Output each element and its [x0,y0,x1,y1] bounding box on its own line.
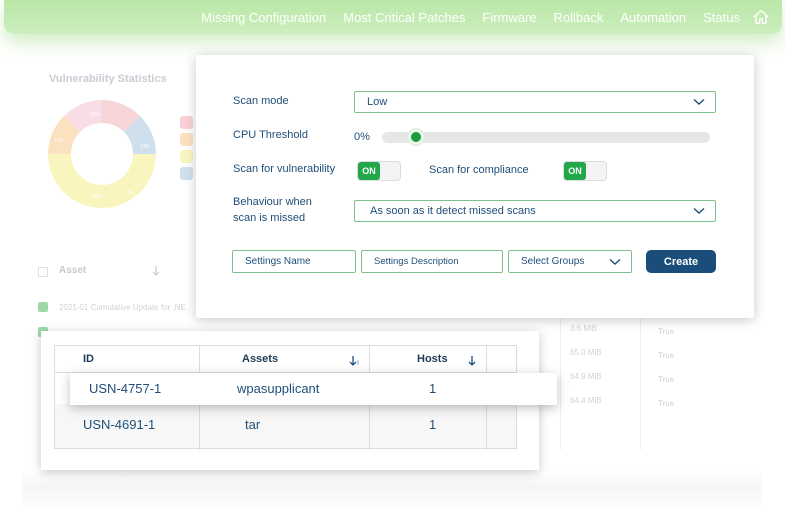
scan-compliance-toggle[interactable]: ON [563,161,607,181]
cpu-threshold-slider[interactable] [382,132,710,143]
bg-column-divider [640,300,641,450]
chevron-down-icon [693,207,705,214]
table-row-hovered[interactable]: USN-4757-1 wpasupplicant 1 [70,373,557,405]
nav-firmware[interactable]: Firmware [482,10,536,25]
cpu-threshold-slider-thumb[interactable] [408,129,424,145]
behaviour-label-line1: Behaviour when [233,196,312,208]
donut-label-5: 50% [92,194,103,200]
behaviour-select[interactable]: As soon as it detect missed scans [354,200,716,222]
row-id[interactable]: USN-4757-1 [89,381,161,396]
bg-column-divider [560,300,561,450]
chevron-down-icon [609,258,621,265]
behaviour-value: As soon as it detect missed scans [370,205,536,217]
legend-swatch-red [180,116,193,129]
legend-swatch-yellow [180,150,193,163]
bg-row-flag: True [658,375,675,384]
toggle-on-label: ON [358,162,380,180]
sort-icon[interactable] [152,265,162,277]
nav-most-critical-patches[interactable]: Most Critical Patches [343,10,465,25]
bg-header-asset: Asset [59,265,87,276]
scan-vulnerability-label: Scan for vulnerability [233,163,336,175]
bg-row-checkbox[interactable] [38,302,48,312]
nav-rollback[interactable]: Rollback [554,10,604,25]
create-button[interactable]: Create [646,250,716,273]
scan-mode-label: Scan mode [233,95,289,107]
header-hosts[interactable]: Hosts [417,353,448,365]
row-asset: wpasupplicant [237,381,320,396]
scan-vulnerability-toggle[interactable]: ON [357,161,401,181]
donut-label-4: 14% [124,190,135,196]
header-id[interactable]: ID [83,353,94,365]
cpu-threshold-value: 0% [354,131,370,143]
bg-row-flag: True [658,399,675,408]
scan-compliance-label: Scan for compliance [429,164,529,176]
settings-description-input[interactable]: Settings Description [361,250,503,273]
chevron-down-icon [693,98,705,105]
bg-row-flag: True [658,351,675,360]
row-asset: tar [245,417,261,432]
scan-mode-select[interactable]: Low [354,91,716,113]
nav-status[interactable]: Status [703,10,740,25]
bg-row-name: 2021-01 Cumulative Update for .NE [59,303,186,312]
bg-row-size: 3.6 MiB [570,324,598,333]
bg-row-size: 65.0 MiB [570,348,602,357]
settings-name-placeholder: Settings Name [245,256,311,267]
scan-settings-dialog: Scan mode Low CPU Threshold 0% Scan for … [196,55,754,318]
bg-row-size: 64.9 MiB [570,372,602,381]
top-navigation: Missing Configuration Most Critical Patc… [4,0,782,34]
row-hosts: 1 [429,381,437,396]
vulnerability-statistics-title: Vulnerability Statistics [49,73,167,85]
bg-bottom-panel [22,470,762,510]
scan-mode-value: Low [367,96,388,108]
donut-label-2: 13% [140,144,151,150]
sort-icon[interactable] [349,355,361,367]
header-assets[interactable]: Assets [242,353,278,365]
sort-arrow-icon[interactable] [467,355,479,367]
settings-name-input[interactable]: Settings Name [232,250,356,273]
donut-label-1: 10% [90,112,101,118]
toggle-on-label: ON [564,162,586,180]
home-icon[interactable] [752,8,770,26]
settings-description-placeholder: Settings Description [374,256,459,267]
behaviour-label-line2: scan is missed [233,212,306,224]
row-hosts: 1 [429,417,437,432]
legend-swatch-orange [180,133,193,146]
cpu-threshold-label: CPU Threshold [233,129,308,141]
bg-row-flag: True [658,327,675,336]
legend-swatch-blue [180,167,193,180]
select-groups-dropdown[interactable]: Select Groups [508,250,632,273]
donut-label-3: 13% [54,138,65,144]
select-groups-placeholder: Select Groups [521,256,585,267]
nav-missing-configuration[interactable]: Missing Configuration [201,10,326,25]
vulnerability-donut-chart: 10% 13% 13% 14% 50% [48,100,156,208]
row-id[interactable]: USN-4691-1 [83,417,155,432]
bg-select-all-checkbox[interactable] [38,267,48,277]
bg-row-size: 64.4 MiB [570,396,602,405]
nav-automation[interactable]: Automation [620,10,686,25]
